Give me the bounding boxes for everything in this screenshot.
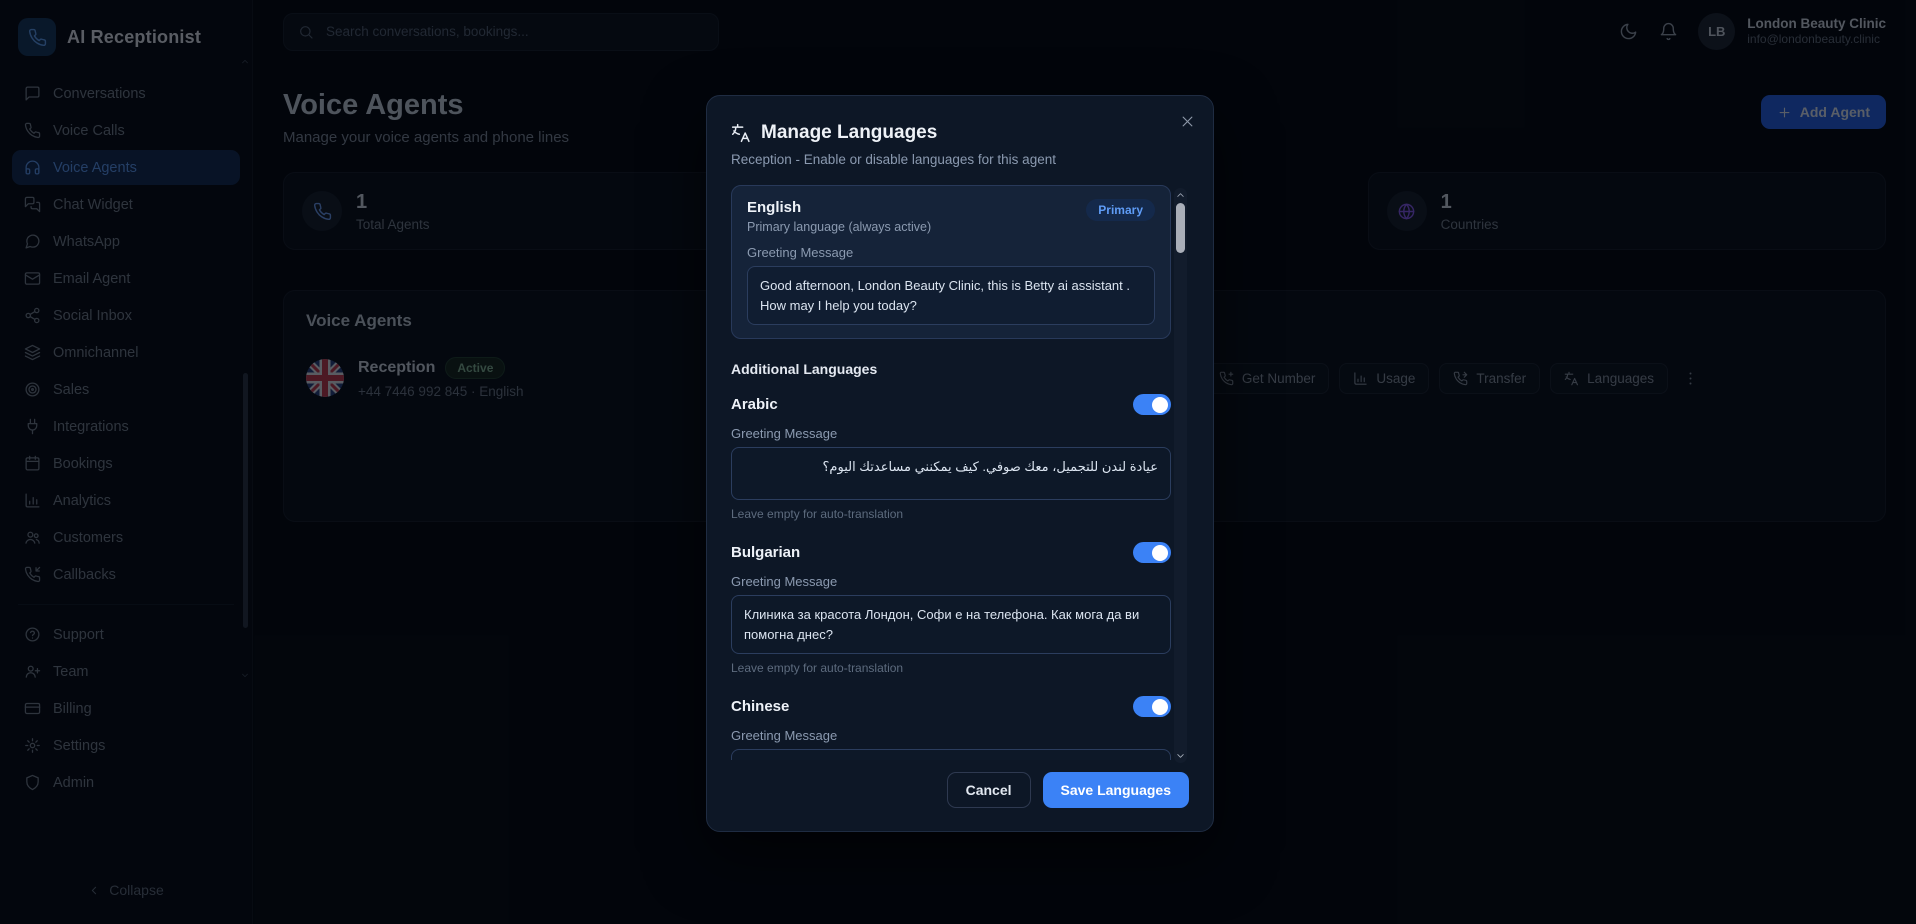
- additional-languages-title: Additional Languages: [731, 361, 1171, 377]
- modal-title: Manage Languages: [761, 122, 937, 144]
- greeting-input-arabic[interactable]: عيادة لندن للتجميل، معك صوفي. كيف يمكنني…: [731, 447, 1171, 500]
- close-button[interactable]: [1176, 110, 1199, 136]
- primary-language-card: English Primary language (always active)…: [731, 185, 1171, 339]
- greeting-label: Greeting Message: [731, 574, 1171, 589]
- auto-translation-hint: Leave empty for auto-translation: [731, 661, 1171, 675]
- language-name: English: [747, 199, 931, 216]
- cancel-button[interactable]: Cancel: [947, 772, 1031, 808]
- scrollbar-thumb[interactable]: [1176, 203, 1185, 253]
- modal-header: Manage Languages: [731, 122, 1189, 144]
- close-icon: [1180, 117, 1195, 132]
- greeting-input-bulgarian[interactable]: Клиника за красота Лондон, Софи е на тел…: [731, 595, 1171, 654]
- app-root: AI Receptionist ConversationsVoice Calls…: [0, 0, 1916, 924]
- modal-scrollbar[interactable]: [1174, 188, 1187, 763]
- manage-languages-modal: Manage Languages Reception - Enable or d…: [706, 95, 1214, 832]
- auto-translation-hint: Leave empty for auto-translation: [731, 507, 1171, 521]
- save-languages-button[interactable]: Save Languages: [1043, 772, 1190, 808]
- language-name: Chinese: [731, 698, 789, 715]
- languages-icon: [731, 123, 751, 143]
- greeting-label: Greeting Message: [731, 728, 1171, 743]
- language-block-arabic: Arabic Greeting Message عيادة لندن للتجم…: [731, 394, 1171, 521]
- language-block-bulgarian: Bulgarian Greeting Message Клиника за кр…: [731, 542, 1171, 675]
- primary-badge: Primary: [1086, 199, 1155, 221]
- modal-footer: Cancel Save Languages: [731, 772, 1189, 808]
- arabic-toggle[interactable]: [1133, 394, 1171, 415]
- modal-body: English Primary language (always active)…: [731, 185, 1171, 760]
- greeting-input-english[interactable]: Good afternoon, London Beauty Clinic, th…: [747, 266, 1155, 325]
- primary-language-note: Primary language (always active): [747, 220, 931, 234]
- greeting-label: Greeting Message: [747, 245, 1155, 260]
- greeting-label: Greeting Message: [731, 426, 1171, 441]
- greeting-input-chinese[interactable]: 伦敦美容诊所，您好，我是Sophie。今天我能帮您什么？: [731, 749, 1171, 760]
- scroll-down-icon: [1174, 750, 1187, 761]
- bulgarian-toggle[interactable]: [1133, 542, 1171, 563]
- language-name: Bulgarian: [731, 544, 800, 561]
- language-block-chinese: Chinese Greeting Message 伦敦美容诊所，您好，我是Sop…: [731, 696, 1171, 760]
- scroll-up-icon: [1174, 190, 1187, 201]
- modal-subtitle: Reception - Enable or disable languages …: [731, 152, 1189, 167]
- chinese-toggle[interactable]: [1133, 696, 1171, 717]
- language-name: Arabic: [731, 396, 778, 413]
